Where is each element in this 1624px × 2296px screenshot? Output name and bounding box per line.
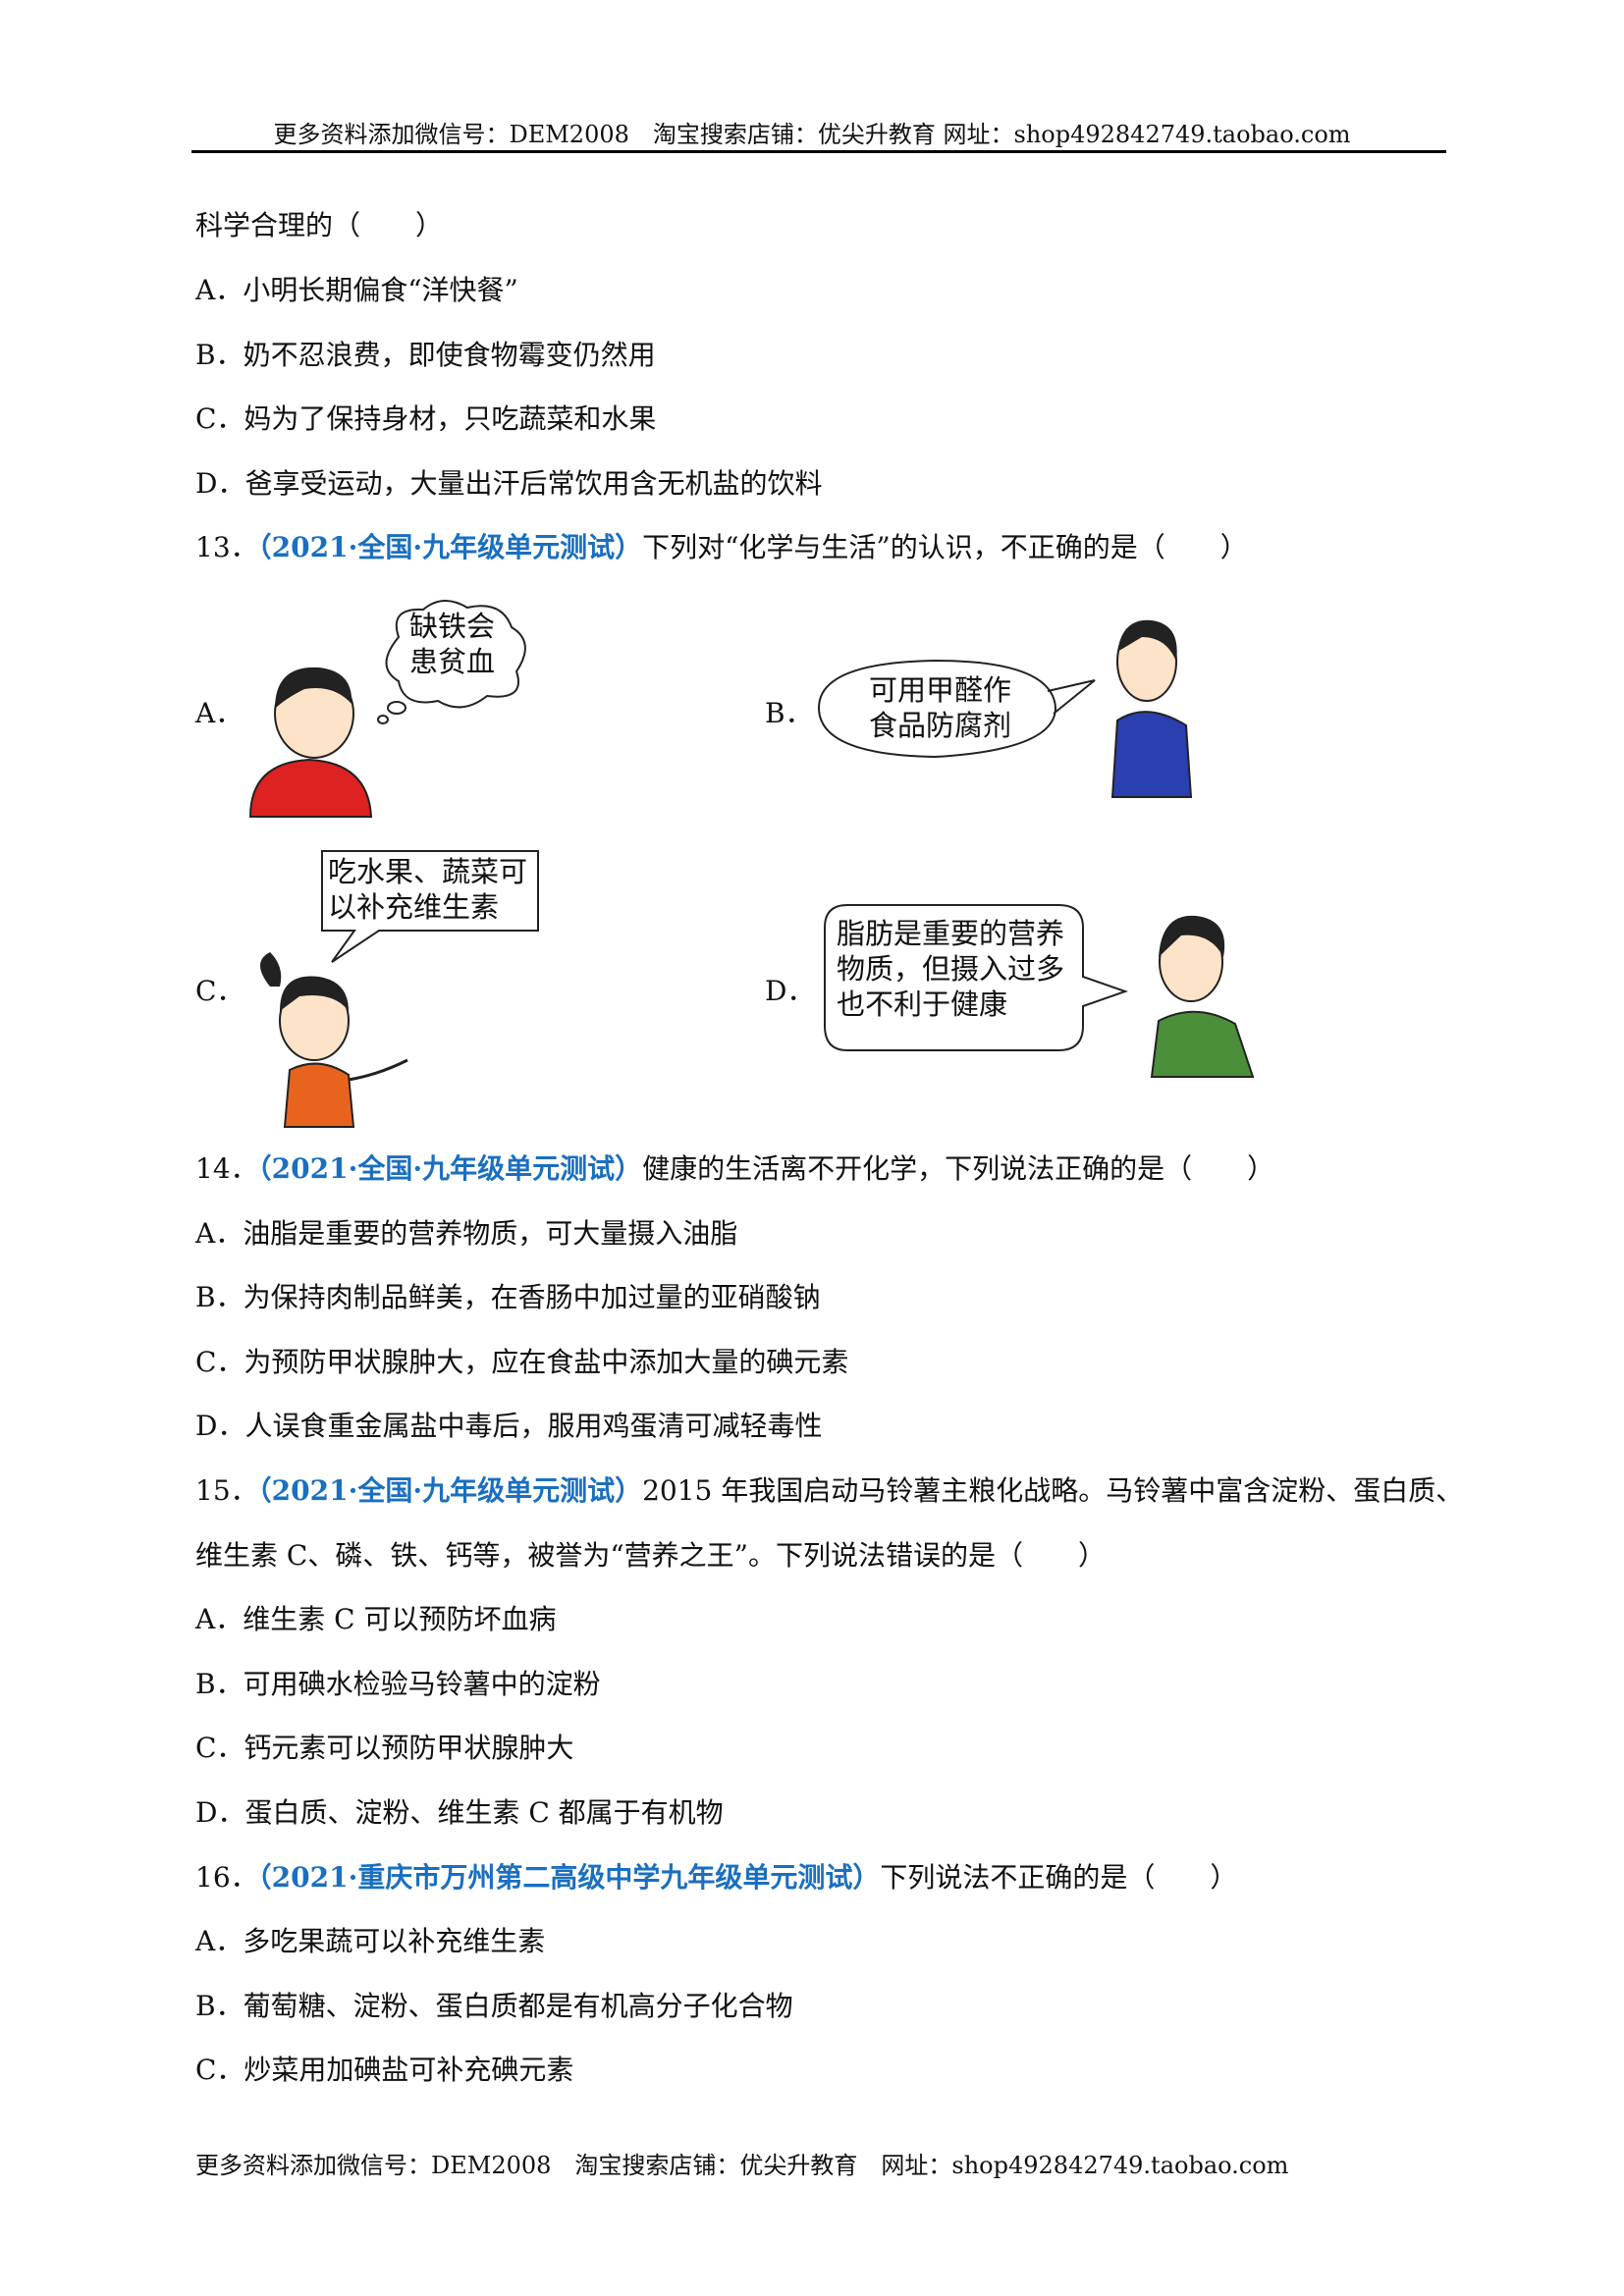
q14-option-d: D．人误食重金属盐中毒后，服用鸡蛋清可减轻毒性: [195, 1410, 823, 1442]
question-source: （2021·全国·九年级单元测试）: [257, 531, 643, 563]
boy-illustration-icon: [248, 667, 373, 818]
q16-option-b: B．葡萄糖、淀粉、蛋白质都是有机高分子化合物: [195, 1990, 793, 2022]
q14-option-b: B．为保持肉制品鲜美，在香肠中加过量的亚硝酸钠: [195, 1281, 821, 1313]
q15-option-b: B．可用碘水检验马铃薯中的淀粉: [195, 1668, 601, 1700]
q13-stem: 13．（2021·全国·九年级单元测试）下列对“化学与生活”的认识，不正确的是（…: [195, 531, 1248, 564]
q15-stem: 15．（2021·全国·九年级单元测试）2015 年我国启动马铃薯主粮化战略。马…: [195, 1474, 1463, 1508]
q12-stem-tail: 科学合理的（ ）: [195, 209, 444, 241]
q16-option-c: C．炒菜用加碘盐可补充碘元素: [195, 2054, 574, 2086]
question-source: （2021·全国·九年级单元测试）: [257, 1152, 643, 1185]
bubble-c: 吃水果、蔬菜可 以补充维生素: [328, 854, 527, 925]
document-page: 更多资料添加微信号：DEM2008 淘宝搜索店铺：优尖升教育 网址：shop49…: [0, 0, 1624, 2296]
bubble-line: 脂肪是重要的营养: [837, 917, 1065, 950]
bubble-d: 脂肪是重要的营养 物质，但摄入过多 也不利于健康: [837, 916, 1064, 1022]
question-number: 15．: [195, 1474, 258, 1507]
bubble-line: 吃水果、蔬菜可: [328, 855, 528, 888]
bubble-line: 患贫血: [409, 645, 496, 678]
q14-option-a: A．油脂是重要的营养物质，可大量摄入油脂: [195, 1217, 738, 1250]
q12-option-c: C．妈为了保持身材，只吃蔬菜和水果: [195, 402, 657, 435]
bubble-line: 物质，但摄入过多: [837, 952, 1065, 986]
question-text: 下列说法不正确的是（ ）: [880, 1861, 1238, 1894]
bubble-b: 可用甲醛作 食品防腐剂: [869, 672, 1011, 743]
question-number: 14．: [195, 1152, 258, 1185]
figure-c-label: C．: [195, 975, 244, 1007]
bubble-line: 也不利于健康: [837, 988, 1008, 1021]
bubble-line: 食品防腐剂: [869, 709, 1012, 742]
girl-illustration-icon: [260, 952, 408, 1128]
bubble-line: 缺铁会: [409, 610, 496, 643]
figure-b-label: B．: [765, 697, 813, 729]
q14-option-c: C．为预防甲状腺肿大，应在食盐中添加大量的碘元素: [195, 1346, 849, 1378]
figure-d-label: D．: [765, 975, 815, 1007]
q12-option-b: B．奶不忍浪费，即使食物霉变仍然用: [195, 339, 656, 371]
question-text: 健康的生活离不开化学，下列说法正确的是（ ）: [642, 1152, 1275, 1185]
figure-a-label: A．: [195, 697, 244, 729]
q12-option-a: A．小明长期偏食“洋快餐”: [195, 274, 518, 306]
bubble-line: 以补充维生素: [328, 890, 500, 924]
man-illustration-icon: [1150, 915, 1255, 1078]
bubble-line: 可用甲醛作: [869, 673, 1012, 707]
q12-option-d: D．爸享受运动，大量出汗后常饮用含无机盐的饮料: [195, 467, 823, 500]
man-illustration-icon: [1110, 619, 1193, 798]
question-number: 16．: [195, 1861, 258, 1894]
q16-stem: 16．（2021·重庆市万州第二高级中学九年级单元测试）下列说法不正确的是（ ）: [195, 1861, 1237, 1895]
header-rule: [191, 150, 1446, 153]
q15-option-c: C．钙元素可以预防甲状腺肿大: [195, 1732, 574, 1764]
question-source: （2021·重庆市万州第二高级中学九年级单元测试）: [257, 1861, 881, 1894]
question-text: 2015 年我国启动马铃薯主粮化战略。马铃薯中富含淀粉、蛋白质、: [642, 1474, 1464, 1507]
page-header: 更多资料添加微信号：DEM2008 淘宝搜索店铺：优尖升教育 网址：shop49…: [273, 121, 1351, 148]
page-footer: 更多资料添加微信号：DEM2008 淘宝搜索店铺：优尖升教育 网址：shop49…: [195, 2152, 1289, 2179]
q15-stem-line2: 维生素 C、磷、铁、钙等，被誉为“营养之王”。下列说法错误的是（ ）: [195, 1539, 1106, 1572]
question-source: （2021·全国·九年级单元测试）: [257, 1474, 643, 1507]
question-number: 13．: [195, 531, 258, 563]
q15-option-a: A．维生素 C 可以预防坏血病: [195, 1603, 557, 1635]
bubble-a: 缺铁会 患贫血: [409, 609, 495, 679]
q15-option-d: D．蛋白质、淀粉、维生素 C 都属于有机物: [195, 1796, 724, 1829]
question-text: 下列对“化学与生活”的认识，不正确的是（ ）: [642, 531, 1248, 563]
q14-stem: 14．（2021·全国·九年级单元测试）健康的生活离不开化学，下列说法正确的是（…: [195, 1152, 1274, 1186]
q16-option-a: A．多吃果蔬可以补充维生素: [195, 1925, 546, 1957]
